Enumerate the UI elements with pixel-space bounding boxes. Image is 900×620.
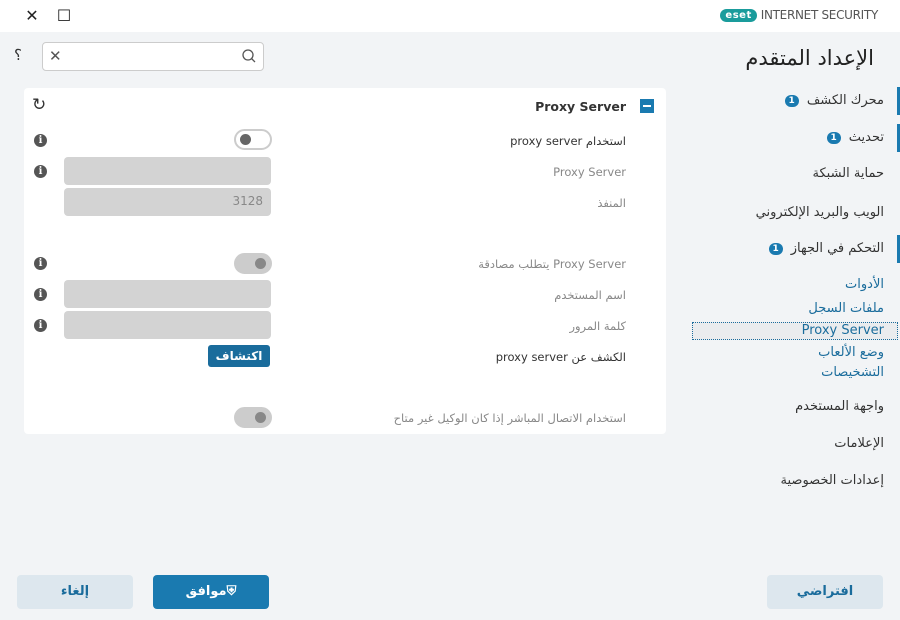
auth-required-label: Proxy Server يتطلب مصادقة	[478, 257, 626, 271]
info-icon[interactable]: i	[34, 319, 47, 332]
sidebar-item-user-interface[interactable]: واجهة المستخدم	[690, 399, 900, 414]
password-field[interactable]	[64, 311, 271, 339]
search-input[interactable]	[69, 46, 234, 67]
proxy-server-field[interactable]	[64, 157, 271, 185]
proxy-server-label: Proxy Server	[553, 165, 626, 179]
password-label: كلمة المرور	[569, 319, 626, 333]
port-field[interactable]: 3128	[64, 188, 271, 216]
eset-logo-mark: eset	[720, 9, 756, 22]
maximize-icon[interactable]: ☐	[54, 6, 74, 26]
sidebar-item-label: محرك الكشف	[807, 93, 884, 108]
count-badge: 1	[827, 132, 841, 144]
cancel-button[interactable]: إلغاء	[17, 575, 133, 609]
proxy-server-panel: ↻ Proxy Server i استخدام proxy server i …	[24, 88, 666, 434]
detect-proxy-label: الكشف عن proxy server	[496, 350, 626, 364]
sidebar-item-tools[interactable]: الأدوات	[690, 277, 900, 292]
sidebar-item-network-protection[interactable]: حماية الشبكة	[690, 166, 900, 181]
direct-connection-label: استخدام الاتصال المباشر إذا كان الوكيل غ…	[394, 411, 626, 425]
title-bar: ✕ ☐ eset INTERNET SECURITY	[0, 0, 900, 32]
reset-icon[interactable]: ↻	[32, 95, 46, 115]
close-icon[interactable]: ✕	[22, 6, 42, 26]
search-icon[interactable]	[241, 48, 257, 64]
info-icon[interactable]: i	[34, 257, 47, 270]
sidebar-subitem-gamer-mode[interactable]: وضع الألعاب	[818, 345, 884, 360]
username-field[interactable]	[64, 280, 271, 308]
page-title: الإعداد المتقدم	[745, 46, 874, 70]
username-label: اسم المستخدم	[554, 288, 626, 302]
info-icon[interactable]: i	[34, 134, 47, 147]
sidebar-subitem-diagnostics[interactable]: التشخيصات	[821, 365, 884, 380]
sidebar-item-detection-engine[interactable]: محرك الكشف 1	[690, 87, 900, 115]
ok-label: موافق	[186, 584, 227, 599]
info-icon[interactable]: i	[34, 165, 47, 178]
search-box[interactable]: ✕	[42, 42, 264, 71]
sidebar-item-label: تحديث	[849, 130, 884, 145]
sidebar-item-notifications[interactable]: الإعلامات	[690, 436, 900, 451]
collapse-icon[interactable]	[640, 99, 654, 113]
clear-icon[interactable]: ✕	[49, 47, 62, 65]
sidebar-item-privacy-settings[interactable]: إعدادات الخصوصية	[690, 473, 900, 488]
sidebar-item-web-email[interactable]: الويب والبريد الإلكتروني	[690, 205, 900, 220]
shield-icon: ⛨	[227, 584, 237, 599]
default-button[interactable]: افتراضي	[767, 575, 883, 609]
detect-button[interactable]: اكتشاف	[208, 345, 270, 367]
use-proxy-label: استخدام proxy server	[510, 134, 626, 148]
count-badge: 1	[769, 243, 783, 255]
sidebar-subitem-proxy-server-label[interactable]: Proxy Server	[802, 323, 884, 338]
port-label: المنفذ	[597, 196, 626, 210]
direct-connection-toggle[interactable]	[234, 407, 272, 428]
help-icon[interactable]: ؟	[14, 46, 22, 64]
sidebar-subitem-log-files[interactable]: ملفات السجل	[808, 301, 884, 316]
sidebar-item-label: التحكم في الجهاز	[791, 241, 884, 256]
auth-required-toggle[interactable]	[234, 253, 272, 274]
eset-logo: eset INTERNET SECURITY	[720, 8, 878, 22]
count-badge: 1	[785, 95, 799, 107]
info-icon[interactable]: i	[34, 288, 47, 301]
sidebar-item-device-control[interactable]: التحكم في الجهاز 1	[690, 235, 900, 263]
sidebar-item-update[interactable]: تحديث 1	[690, 124, 900, 152]
product-name: INTERNET SECURITY	[761, 8, 878, 22]
use-proxy-toggle[interactable]	[234, 129, 272, 150]
ok-button[interactable]: ⛨موافق	[153, 575, 269, 609]
section-title: Proxy Server	[535, 99, 626, 114]
